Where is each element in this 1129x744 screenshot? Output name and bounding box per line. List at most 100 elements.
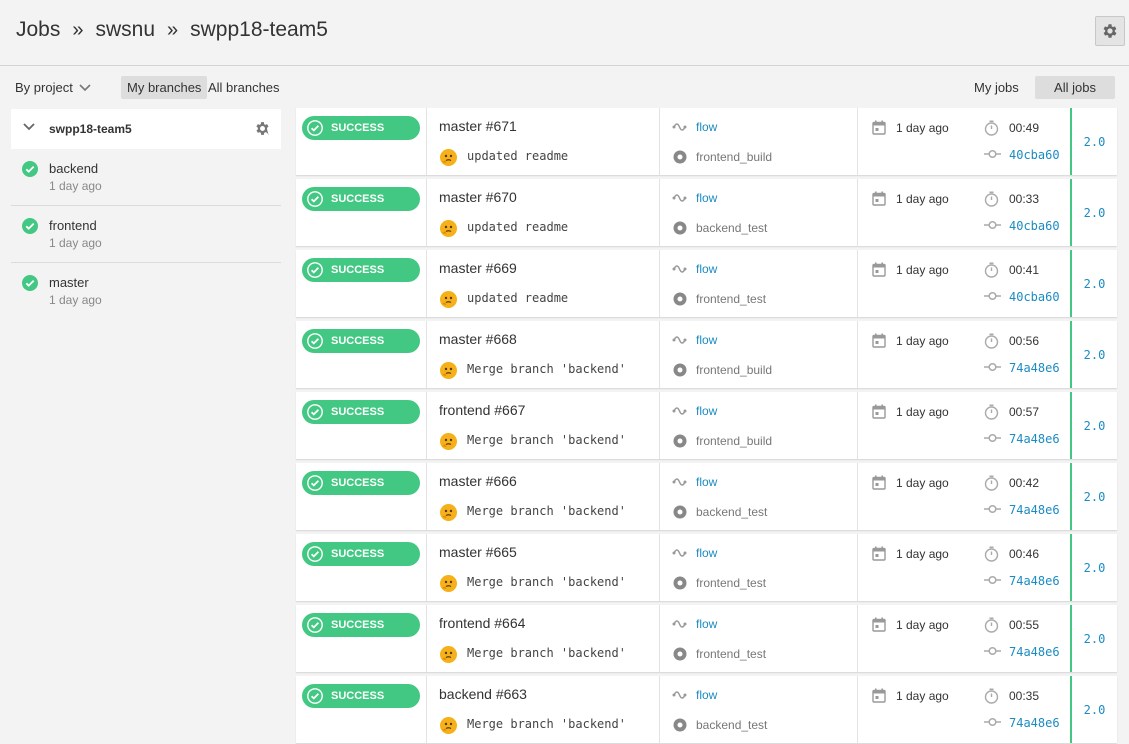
status-badge[interactable]: SUCCESS xyxy=(302,613,420,637)
page-header: Jobs » swsnu » swpp18-team5 xyxy=(0,0,1129,66)
settings-button[interactable] xyxy=(1095,16,1125,46)
column-divider xyxy=(857,605,858,672)
all-jobs-toggle[interactable]: All jobs xyxy=(1035,76,1115,99)
stage-name: backend_test xyxy=(696,221,768,235)
commit-sha-link[interactable]: 74a48e6 xyxy=(1009,503,1060,517)
status-label: SUCCESS xyxy=(331,264,385,276)
flow-link[interactable]: flow xyxy=(696,404,717,418)
emoji-avatar-icon xyxy=(440,504,457,521)
commit-sha-link[interactable]: 40cba60 xyxy=(1009,219,1060,233)
commit-sha-link[interactable]: 74a48e6 xyxy=(1009,716,1060,730)
flow-link[interactable]: flow xyxy=(696,688,717,702)
branch-list: backend 1 day ago frontend 1 day ago mas… xyxy=(11,149,281,320)
commit-sha-link[interactable]: 74a48e6 xyxy=(1009,645,1060,659)
commit-icon xyxy=(984,433,1001,443)
flow-link[interactable]: flow xyxy=(696,546,717,560)
status-badge[interactable]: SUCCESS xyxy=(302,471,420,495)
breadcrumb-jobs[interactable]: Jobs xyxy=(16,18,60,42)
job-row[interactable]: SUCCESS master #670 updated readme flow … xyxy=(296,179,1117,246)
all-branches-toggle[interactable]: All branches xyxy=(202,76,286,99)
branch-name: frontend xyxy=(49,218,97,233)
flow-icon xyxy=(672,407,687,415)
job-list: SUCCESS master #671 updated readme flow … xyxy=(296,108,1117,744)
flow-icon xyxy=(672,691,687,699)
sidebar-branch-item[interactable]: backend 1 day ago xyxy=(11,149,281,206)
status-badge[interactable]: SUCCESS xyxy=(302,116,420,140)
stage-name: frontend_build xyxy=(696,150,773,164)
job-title[interactable]: frontend #667 xyxy=(439,402,525,418)
project-header[interactable]: swpp18-team5 xyxy=(11,109,281,149)
job-title[interactable]: master #668 xyxy=(439,331,517,347)
job-row[interactable]: SUCCESS master #671 updated readme flow … xyxy=(296,108,1117,175)
job-title[interactable]: frontend #664 xyxy=(439,615,525,631)
breadcrumb-project[interactable]: swpp18-team5 xyxy=(190,18,328,42)
job-duration: 00:33 xyxy=(1009,192,1040,206)
status-badge[interactable]: SUCCESS xyxy=(302,187,420,211)
commit-sha-link[interactable]: 74a48e6 xyxy=(1009,574,1060,588)
commit-sha-link[interactable]: 40cba60 xyxy=(1009,148,1060,162)
column-divider xyxy=(426,250,427,317)
status-badge[interactable]: SUCCESS xyxy=(302,542,420,566)
sidebar-branch-item[interactable]: frontend 1 day ago xyxy=(11,206,281,263)
status-label: SUCCESS xyxy=(331,690,385,702)
job-version: 2.0 xyxy=(1070,463,1117,530)
my-jobs-toggle[interactable]: My jobs xyxy=(968,76,1025,99)
flow-link[interactable]: flow xyxy=(696,475,717,489)
status-badge[interactable]: SUCCESS xyxy=(302,400,420,424)
my-branches-toggle[interactable]: My branches xyxy=(121,76,208,99)
job-row[interactable]: SUCCESS master #666 Merge branch 'backen… xyxy=(296,463,1117,530)
flow-link[interactable]: flow xyxy=(696,191,717,205)
flow-link[interactable]: flow xyxy=(696,262,717,276)
column-divider xyxy=(426,676,427,743)
by-project-dropdown[interactable]: By project xyxy=(15,80,91,95)
commit-sha-link[interactable]: 74a48e6 xyxy=(1009,432,1060,446)
stage-dot-icon xyxy=(673,434,687,448)
flow-link[interactable]: flow xyxy=(696,120,717,134)
breadcrumb-org[interactable]: swsnu xyxy=(95,18,155,42)
job-title[interactable]: master #671 xyxy=(439,118,517,134)
column-divider xyxy=(857,108,858,175)
stage-name: frontend_test xyxy=(696,292,767,306)
stage-name: frontend_build xyxy=(696,434,773,448)
job-row[interactable]: SUCCESS master #665 Merge branch 'backen… xyxy=(296,534,1117,601)
calendar-icon xyxy=(872,404,886,419)
job-row[interactable]: SUCCESS frontend #664 Merge branch 'back… xyxy=(296,605,1117,672)
emoji-avatar-icon xyxy=(440,717,457,734)
status-badge[interactable]: SUCCESS xyxy=(302,684,420,708)
commit-sha-link[interactable]: 40cba60 xyxy=(1009,290,1060,304)
job-title[interactable]: master #670 xyxy=(439,189,517,205)
job-title[interactable]: backend #663 xyxy=(439,686,527,702)
avatar xyxy=(440,433,457,450)
job-row[interactable]: SUCCESS master #668 Merge branch 'backen… xyxy=(296,321,1117,388)
job-title[interactable]: master #666 xyxy=(439,473,517,489)
job-duration: 00:41 xyxy=(1009,263,1040,277)
status-label: SUCCESS xyxy=(331,193,385,205)
gear-icon[interactable] xyxy=(254,120,271,137)
job-row[interactable]: SUCCESS master #669 updated readme flow … xyxy=(296,250,1117,317)
job-title[interactable]: master #669 xyxy=(439,260,517,276)
calendar-icon xyxy=(872,475,886,490)
success-check-icon xyxy=(22,275,38,291)
branch-time: 1 day ago xyxy=(49,236,102,250)
stage-dot-icon xyxy=(673,576,687,590)
commit-sha-link[interactable]: 74a48e6 xyxy=(1009,361,1060,375)
avatar xyxy=(440,575,457,592)
sidebar-branch-item[interactable]: master 1 day ago xyxy=(11,263,281,320)
status-badge[interactable]: SUCCESS xyxy=(302,329,420,353)
column-divider xyxy=(659,392,660,459)
timer-icon xyxy=(984,404,999,420)
job-row[interactable]: SUCCESS backend #663 Merge branch 'backe… xyxy=(296,676,1117,743)
stage-dot-icon xyxy=(673,363,687,377)
stage-dot-icon xyxy=(673,150,687,164)
column-divider xyxy=(426,321,427,388)
flow-link[interactable]: flow xyxy=(696,617,717,631)
chevron-down-icon[interactable] xyxy=(23,123,35,131)
avatar xyxy=(440,504,457,521)
job-row[interactable]: SUCCESS frontend #667 Merge branch 'back… xyxy=(296,392,1117,459)
job-title[interactable]: master #665 xyxy=(439,544,517,560)
commit-icon xyxy=(984,717,1001,727)
status-label: SUCCESS xyxy=(331,335,385,347)
flow-link[interactable]: flow xyxy=(696,333,717,347)
commit-message: Merge branch 'backend' xyxy=(467,433,626,447)
status-badge[interactable]: SUCCESS xyxy=(302,258,420,282)
